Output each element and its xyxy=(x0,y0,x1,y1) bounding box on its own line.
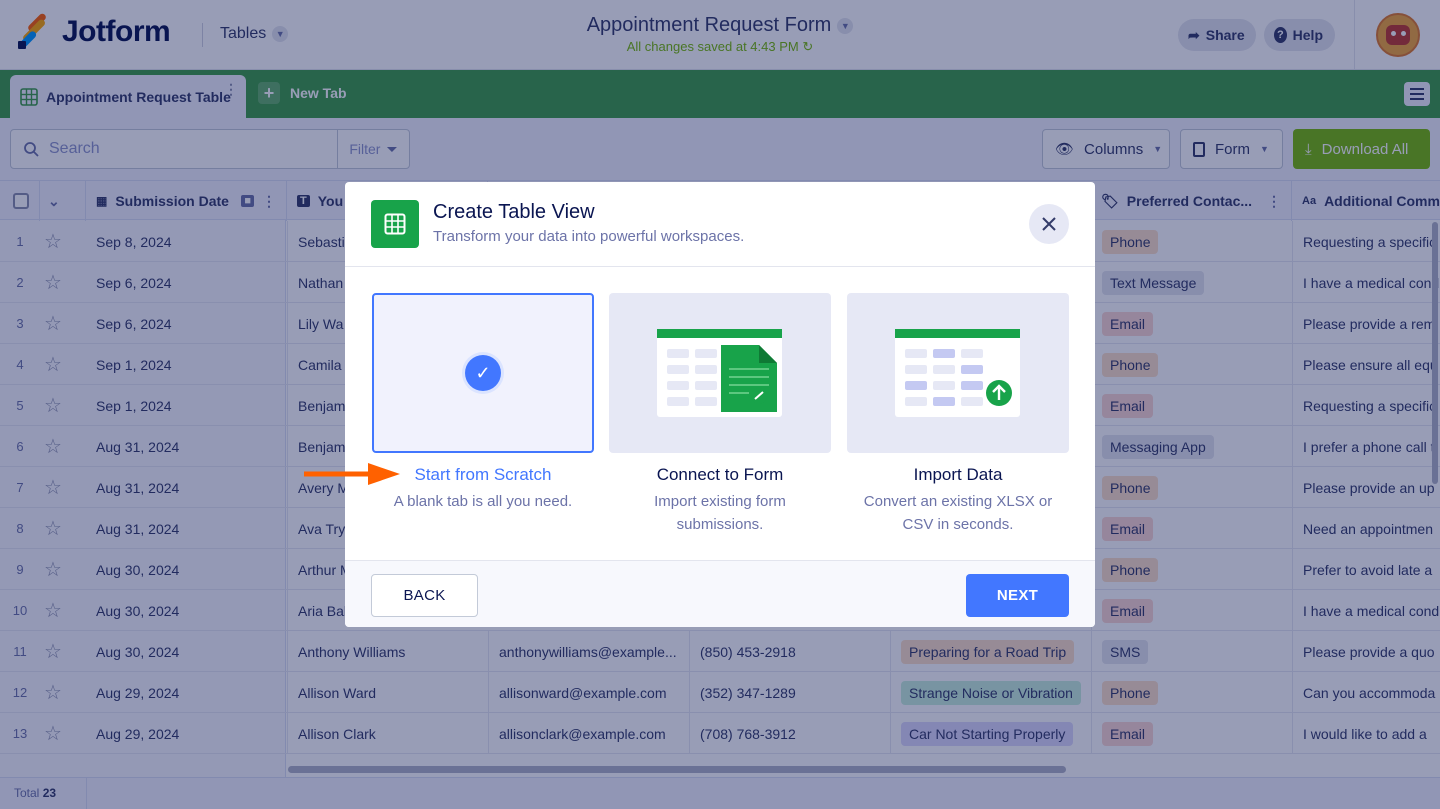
modal-title: Create Table View xyxy=(433,201,595,223)
close-button[interactable] xyxy=(1029,204,1069,244)
option-start-from-scratch[interactable]: ✓ Start from Scratch A blank tab is all … xyxy=(372,293,594,513)
modal-subtitle: Transform your data into powerful worksp… xyxy=(433,228,745,245)
option-card[interactable] xyxy=(609,293,831,453)
option-title: Connect to Form xyxy=(656,465,784,484)
modal-footer: BACK NEXT xyxy=(345,560,1095,627)
create-table-view-modal: Create Table View Transform your data in… xyxy=(345,182,1095,627)
check-icon: ✓ xyxy=(465,355,501,391)
option-description: Import existing form submissions. xyxy=(654,493,786,533)
connect-form-illustration-icon xyxy=(657,329,782,417)
close-icon xyxy=(1042,217,1056,231)
table-icon xyxy=(371,200,419,248)
arrow-pointer-icon xyxy=(304,463,400,485)
option-connect-to-form[interactable]: Connect to Form Import existing form sub… xyxy=(609,293,831,536)
option-description: A blank tab is all you need. xyxy=(393,493,573,510)
option-description: Convert an existing XLSX or CSV in secon… xyxy=(863,493,1053,533)
import-data-illustration-icon xyxy=(895,329,1020,417)
next-button[interactable]: NEXT xyxy=(966,574,1069,617)
back-button[interactable]: BACK xyxy=(371,574,478,617)
option-card[interactable]: ✓ xyxy=(372,293,594,453)
modal-header: Create Table View Transform your data in… xyxy=(345,182,1095,267)
option-title: Import Data xyxy=(913,465,1003,484)
option-title: Start from Scratch xyxy=(414,465,552,484)
option-import-data[interactable]: Import Data Convert an existing XLSX or … xyxy=(847,293,1069,536)
option-card[interactable] xyxy=(847,293,1069,453)
